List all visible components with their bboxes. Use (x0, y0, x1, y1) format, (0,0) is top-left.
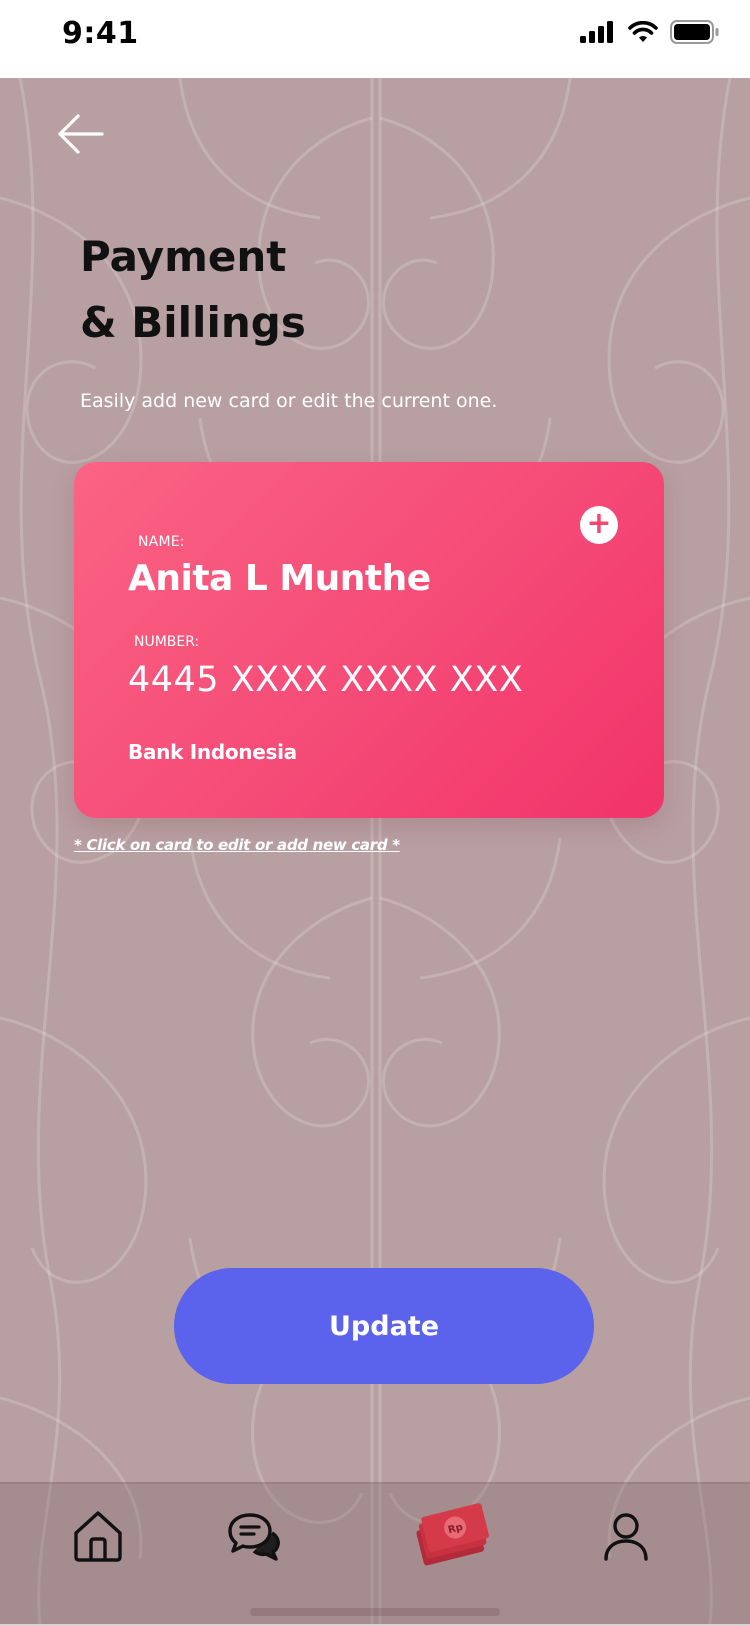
plus-circle-icon: + (586, 506, 612, 541)
cellular-signal-icon (580, 21, 616, 48)
page-subtitle: Easily add new card or edit the current … (80, 390, 498, 412)
update-button[interactable]: Update (174, 1268, 594, 1384)
nav-item-profile[interactable] (586, 1498, 666, 1578)
chat-icon (226, 1511, 282, 1566)
bottom-nav: Rp (0, 1482, 750, 1626)
status-time: 9:41 (62, 16, 139, 51)
home-indicator (250, 1608, 500, 1616)
card-bank-name: Bank Indonesia (128, 740, 297, 764)
edit-card-hint-link[interactable]: * Click on card to edit or add new card … (74, 836, 400, 854)
arrow-left-icon (56, 114, 104, 160)
payment-card[interactable]: + NAME: Anita L Munthe NUMBER: 4445 XXXX… (74, 462, 664, 818)
card-number-label: NUMBER: (134, 634, 200, 650)
money-icon: Rp (410, 1502, 490, 1574)
battery-icon (670, 20, 720, 49)
nav-item-chat[interactable] (214, 1498, 294, 1578)
user-icon (602, 1511, 650, 1566)
card-number: 4445 XXXX XXXX XXX (128, 660, 524, 700)
nav-item-payment[interactable]: Rp (410, 1498, 490, 1578)
page-title-line1: Payment (80, 232, 287, 281)
card-name-label: NAME: (138, 534, 185, 550)
home-icon (72, 1509, 124, 1568)
add-card-button[interactable]: + (580, 506, 618, 544)
status-bar: 9:41 (0, 0, 750, 78)
back-button[interactable] (56, 112, 104, 156)
page-title: Payment & Billings (80, 224, 306, 356)
card-holder-name: Anita L Munthe (128, 558, 431, 599)
page-title-line2: & Billings (80, 298, 306, 347)
wifi-icon (628, 20, 658, 48)
status-icons (580, 20, 720, 49)
nav-item-home[interactable] (58, 1498, 138, 1578)
